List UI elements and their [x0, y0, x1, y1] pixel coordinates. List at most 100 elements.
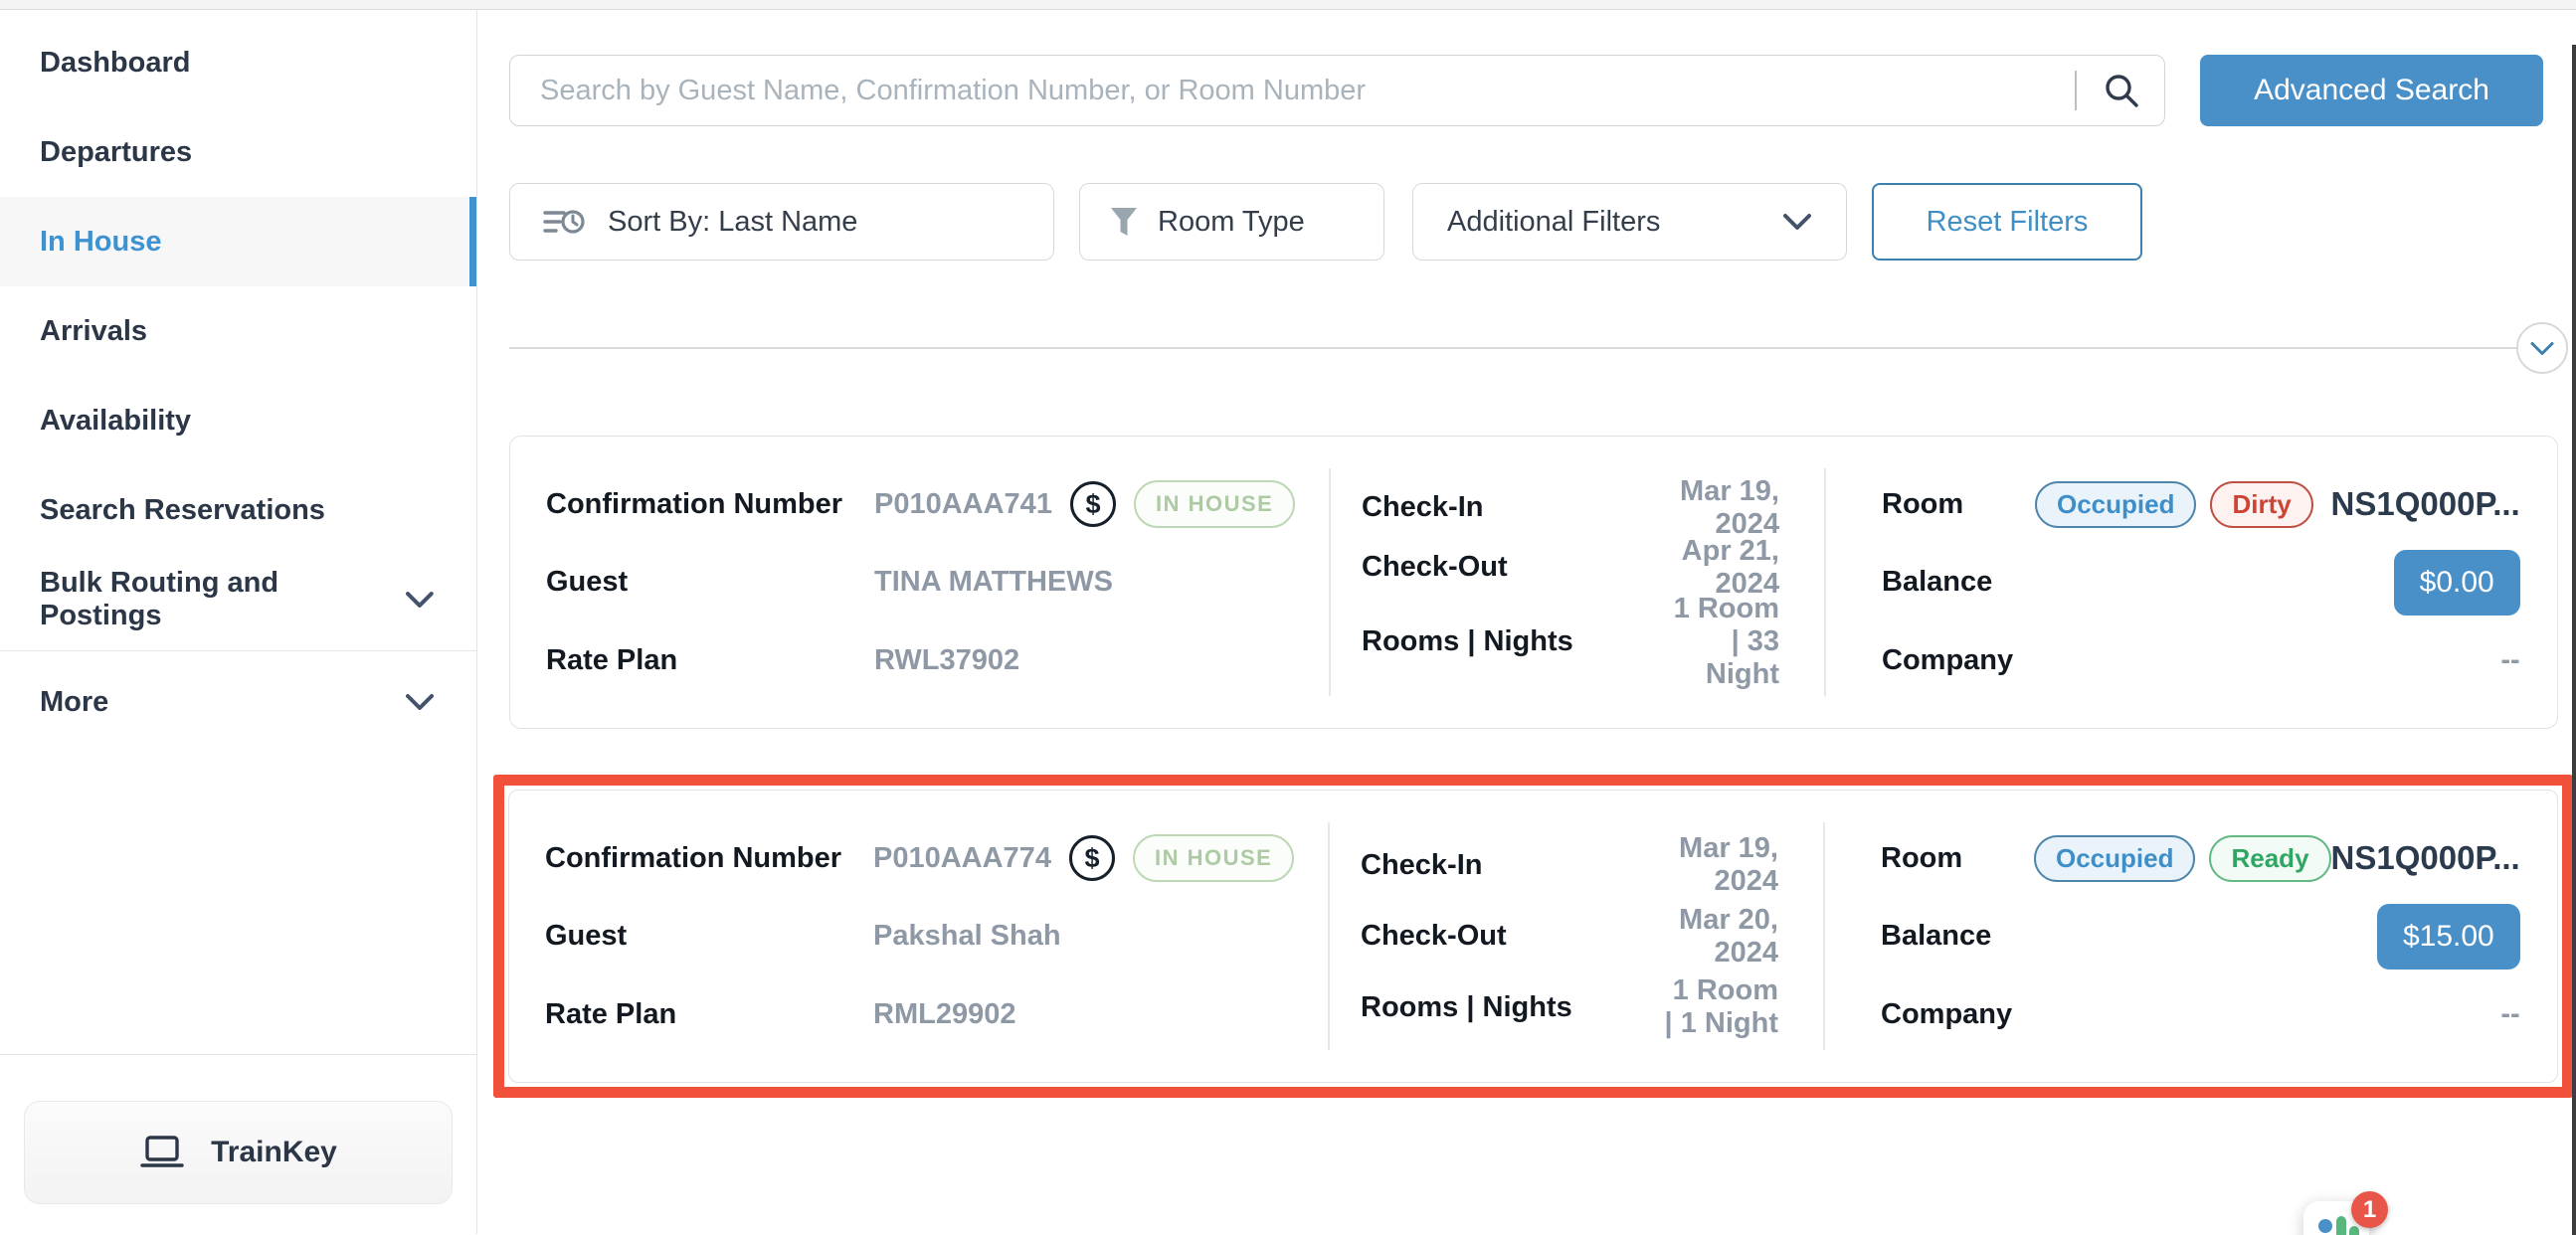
company-value: --	[2031, 644, 2520, 677]
sidebar-item-label: Dashboard	[40, 47, 190, 80]
sidebar-item-search-reservations[interactable]: Search Reservations	[0, 465, 476, 555]
chevron-down-icon	[405, 591, 435, 609]
chevron-down-icon	[2529, 341, 2555, 356]
search-separator	[2075, 71, 2077, 110]
sidebar-item-in-house[interactable]: In House	[0, 197, 476, 286]
guest-value: TINA MATTHEWS	[874, 566, 1113, 599]
dollar-circle-icon[interactable]: $	[1069, 835, 1115, 881]
room-label: Room	[1881, 842, 2030, 875]
check-out-label: Check-Out	[1362, 551, 1660, 584]
room-number-value: NS1Q000P...	[2313, 485, 2520, 523]
magnifier-icon[interactable]	[2103, 72, 2140, 109]
rate-plan-label: Rate Plan	[546, 644, 874, 677]
rooms-nights-label: Rooms | Nights	[1361, 991, 1659, 1024]
sidebar-footer: TrainKey	[0, 1054, 476, 1234]
guest-label: Guest	[546, 566, 874, 599]
company-value: --	[2030, 998, 2520, 1031]
search-input[interactable]	[540, 75, 2065, 107]
sidebar-divider	[0, 650, 476, 651]
chevron-down-icon	[405, 693, 435, 711]
confirmation-number-label: Confirmation Number	[545, 842, 873, 875]
main-content: Advanced Search Sort By: Last Name	[477, 10, 2576, 1234]
check-in-value: Mar 19, 2024	[1659, 832, 1778, 898]
sidebar-item-bulk-routing[interactable]: Bulk Routing and Postings	[0, 555, 476, 644]
chat-notification-badge[interactable]: 1	[2351, 1191, 2388, 1228]
sidebar-item-label: Departures	[40, 136, 192, 169]
top-strip	[0, 0, 2576, 10]
room-type-label: Room Type	[1158, 206, 1305, 239]
section-divider	[509, 322, 2558, 374]
sidebar-item-label: More	[40, 686, 108, 719]
divider-line	[509, 347, 2518, 349]
rooms-nights-value: 1 Room | 33 Night	[1660, 593, 1779, 691]
filter-row: Sort By: Last Name Room Type Additional …	[509, 183, 2558, 261]
in-house-badge: IN HOUSE	[1134, 480, 1295, 528]
sidebar-item-label: Availability	[40, 405, 191, 438]
sort-by-button[interactable]: Sort By: Last Name	[509, 183, 1054, 261]
chevron-down-icon	[1782, 213, 1812, 231]
rooms-nights-value: 1 Room | 1 Night	[1659, 974, 1778, 1040]
card-guest-column: Confirmation Number P010AAA774 $ IN HOUS…	[509, 791, 1328, 1082]
highlight-rectangle: Confirmation Number P010AAA774 $ IN HOUS…	[493, 775, 2573, 1098]
check-in-value: Mar 19, 2024	[1660, 475, 1779, 541]
sidebar-item-label: Arrivals	[40, 315, 147, 348]
room-status-occupied-pill: Occupied	[2035, 481, 2196, 528]
collapse-toggle-button[interactable]	[2516, 322, 2568, 374]
in-house-badge: IN HOUSE	[1133, 834, 1294, 882]
rate-plan-value: RWL37902	[874, 644, 1019, 677]
sidebar-item-departures[interactable]: Departures	[0, 107, 476, 197]
rooms-nights-label: Rooms | Nights	[1362, 625, 1660, 658]
sort-by-label: Sort By: Last Name	[608, 206, 857, 239]
card-dates-column: Check-In Mar 19, 2024 Check-Out Mar 20, …	[1328, 791, 1823, 1082]
funnel-icon	[1110, 207, 1138, 237]
screen-edge-artifact	[2572, 45, 2576, 1235]
trainkey-button[interactable]: TrainKey	[24, 1101, 453, 1204]
room-number-value: NS1Q000P...	[2331, 839, 2520, 877]
balance-button[interactable]: $0.00	[2394, 550, 2520, 616]
sidebar-nav: Dashboard Departures In House Arrivals A…	[0, 10, 476, 747]
sidebar-item-arrivals[interactable]: Arrivals	[0, 286, 476, 376]
confirmation-number-value: P010AAA774	[873, 842, 1051, 875]
card-dates-column: Check-In Mar 19, 2024 Check-Out Apr 21, …	[1329, 437, 1824, 728]
search-row: Advanced Search	[509, 55, 2558, 126]
advanced-search-button[interactable]: Advanced Search	[2200, 55, 2543, 126]
room-status-dirty-pill: Dirty	[2210, 481, 2312, 528]
card-room-column: Room Occupied Ready NS1Q000P... Balance …	[1823, 791, 2557, 1082]
sidebar-item-label: In House	[40, 226, 161, 259]
balance-label: Balance	[1881, 920, 2030, 953]
rate-plan-label: Rate Plan	[545, 998, 873, 1031]
room-type-button[interactable]: Room Type	[1079, 183, 1384, 261]
dollar-circle-icon[interactable]: $	[1070, 481, 1116, 527]
sidebar-item-label: Bulk Routing and Postings	[40, 567, 405, 632]
room-status-ready-pill: Ready	[2209, 835, 2330, 882]
rate-plan-value: RML29902	[873, 998, 1015, 1031]
check-out-label: Check-Out	[1361, 920, 1659, 953]
reservation-card[interactable]: Confirmation Number P010AAA774 $ IN HOUS…	[508, 790, 2558, 1083]
guest-value: Pakshal Shah	[873, 920, 1061, 953]
room-label: Room	[1882, 488, 2031, 521]
balance-button[interactable]: $15.00	[2377, 904, 2520, 970]
confirmation-number-value: P010AAA741	[874, 488, 1052, 521]
sidebar-item-label: Search Reservations	[40, 494, 325, 527]
sidebar-item-availability[interactable]: Availability	[0, 376, 476, 465]
check-in-label: Check-In	[1362, 491, 1660, 524]
sidebar: Dashboard Departures In House Arrivals A…	[0, 10, 477, 1234]
app-screen: Dashboard Departures In House Arrivals A…	[0, 0, 2576, 1235]
trainkey-label: TrainKey	[211, 1136, 337, 1169]
additional-filters-label: Additional Filters	[1447, 206, 1660, 239]
search-box[interactable]	[509, 55, 2165, 126]
check-out-value: Apr 21, 2024	[1660, 535, 1779, 601]
sidebar-item-dashboard[interactable]: Dashboard	[0, 18, 476, 107]
reset-filters-button[interactable]: Reset Filters	[1872, 183, 2142, 261]
additional-filters-button[interactable]: Additional Filters	[1412, 183, 1847, 261]
room-status-occupied-pill: Occupied	[2034, 835, 2195, 882]
balance-label: Balance	[1882, 566, 2031, 599]
sort-lines-clock-icon	[542, 205, 586, 239]
card-guest-column: Confirmation Number P010AAA741 $ IN HOUS…	[510, 437, 1329, 728]
sidebar-item-more[interactable]: More	[0, 657, 476, 747]
card-room-column: Room Occupied Dirty NS1Q000P... Balance …	[1824, 437, 2557, 728]
check-out-value: Mar 20, 2024	[1659, 904, 1778, 970]
company-label: Company	[1881, 998, 2030, 1031]
guest-label: Guest	[545, 920, 873, 953]
reservation-card[interactable]: Confirmation Number P010AAA741 $ IN HOUS…	[509, 436, 2558, 729]
